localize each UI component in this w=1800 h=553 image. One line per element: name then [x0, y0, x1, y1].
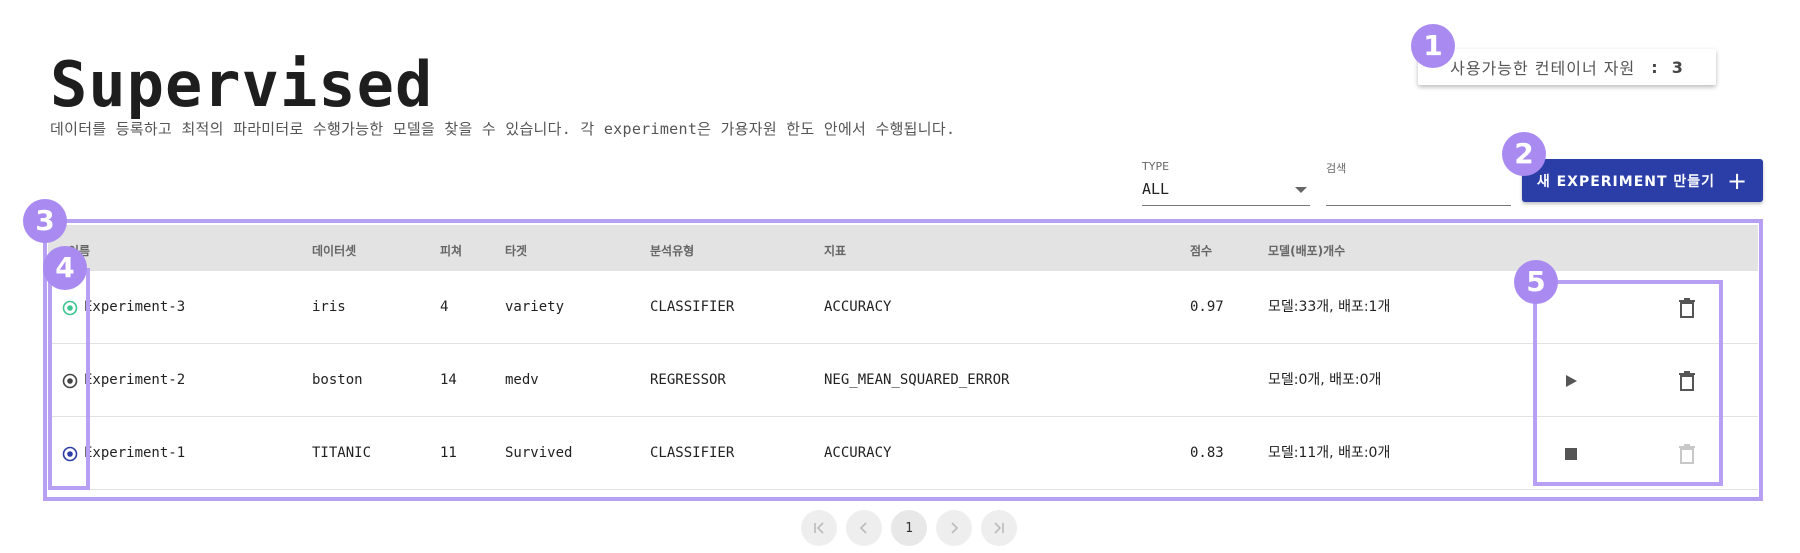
experiment-name[interactable]: Experiment-3 — [84, 271, 185, 344]
dataset-cell: TITANIC — [312, 445, 372, 461]
search-underline — [1326, 205, 1511, 206]
container-resource-chip: 사용가능한 컨테이너 자원 : 3 — [1418, 49, 1716, 85]
col-metric-header[interactable]: 지표 — [824, 242, 846, 259]
analysis-type-cell: CLASSIFIER — [650, 299, 735, 315]
play-icon — [1566, 375, 1577, 387]
trash-icon — [1679, 371, 1695, 391]
analysis-type-cell: REGRESSOR — [650, 372, 726, 388]
type-filter-label: TYPE — [1142, 160, 1170, 173]
prev-page-button[interactable] — [846, 510, 882, 546]
chevron-down-icon[interactable] — [1295, 187, 1307, 193]
delete-button[interactable] — [1674, 295, 1700, 321]
pagination: 1 — [801, 510, 1017, 546]
features-cell: 4 — [440, 299, 449, 315]
last-page-button[interactable] — [981, 510, 1017, 546]
plus-icon: + — [1727, 166, 1749, 195]
play-button[interactable] — [1558, 368, 1584, 394]
type-filter-select[interactable]: ALL — [1142, 180, 1169, 198]
annotation-marker-5: 5 — [1514, 260, 1558, 304]
chevron-left-icon — [859, 522, 867, 534]
table-row[interactable]: Experiment-3 iris 4 variety CLASSIFIER A… — [48, 271, 1758, 344]
score-cell: 0.97 — [1190, 299, 1224, 315]
container-resource-label: 사용가능한 컨테이너 자원 — [1450, 59, 1636, 78]
page-description: 데이터를 등록하고 최적의 파라미터로 수행가능한 모델을 찾을 수 있습니다.… — [50, 120, 956, 138]
first-page-icon — [814, 522, 824, 534]
trash-icon — [1679, 298, 1695, 318]
metric-cell: NEG_MEAN_SQUARED_ERROR — [824, 372, 1010, 388]
page-number[interactable]: 1 — [891, 510, 927, 546]
experiment-name[interactable]: Experiment-2 — [84, 344, 185, 417]
experiment-name[interactable]: Experiment-1 — [84, 417, 185, 490]
col-dataset-header[interactable]: 데이터셋 — [312, 242, 356, 259]
active-status-icon — [62, 446, 78, 462]
col-features-header[interactable]: 피쳐 — [440, 242, 462, 259]
annotation-marker-1: 1 — [1411, 24, 1455, 68]
table-header: 이름 데이터셋 피쳐 타겟 분석유형 지표 점수 모델(배포)개수 — [48, 225, 1758, 271]
table-row[interactable]: Experiment-1 TITANIC 11 Survived CLASSIF… — [48, 417, 1758, 490]
last-page-icon — [994, 522, 1004, 534]
delete-button[interactable] — [1674, 368, 1700, 394]
target-cell: Survived — [505, 445, 573, 461]
dataset-cell: iris — [312, 299, 346, 315]
delete-button-disabled — [1674, 441, 1700, 467]
score-cell: 0.83 — [1190, 445, 1224, 461]
analysis-type-cell: CLASSIFIER — [650, 445, 735, 461]
features-cell: 11 — [440, 445, 457, 461]
annotation-marker-2: 2 — [1502, 132, 1546, 176]
search-input[interactable] — [1326, 172, 1512, 202]
type-filter-underline — [1142, 205, 1310, 206]
page-title: Supervised — [50, 48, 434, 121]
stop-icon — [1565, 448, 1577, 460]
target-cell: medv — [505, 372, 539, 388]
stop-button[interactable] — [1558, 441, 1584, 467]
first-page-button[interactable] — [801, 510, 837, 546]
col-analysis-type-header[interactable]: 분석유형 — [650, 242, 694, 259]
col-score-header[interactable]: 점수 — [1190, 242, 1212, 259]
new-experiment-button[interactable]: 새 EXPERIMENT 만들기 + — [1522, 159, 1763, 202]
trash-icon — [1679, 444, 1695, 464]
idle-status-icon — [62, 373, 78, 389]
container-resource-count: : 3 — [1651, 57, 1684, 77]
chevron-right-icon — [951, 522, 959, 534]
col-model-count-header[interactable]: 모델(배포)개수 — [1268, 242, 1345, 259]
metric-cell: ACCURACY — [824, 299, 892, 315]
annotation-marker-4: 4 — [43, 246, 87, 290]
running-status-icon — [62, 300, 78, 316]
next-page-button[interactable] — [936, 510, 972, 546]
table-row[interactable]: Experiment-2 boston 14 medv REGRESSOR NE… — [48, 344, 1758, 417]
model-count-cell: 모델:11개, 배포:0개 — [1268, 445, 1391, 461]
metric-cell: ACCURACY — [824, 445, 892, 461]
model-count-cell: 모델:33개, 배포:1개 — [1268, 299, 1391, 315]
col-target-header[interactable]: 타겟 — [505, 242, 527, 259]
features-cell: 14 — [440, 372, 457, 388]
new-experiment-label: 새 EXPERIMENT 만들기 — [1536, 173, 1716, 190]
model-count-cell: 모델:0개, 배포:0개 — [1268, 372, 1382, 388]
dataset-cell: boston — [312, 372, 363, 388]
target-cell: variety — [505, 299, 565, 315]
annotation-marker-3: 3 — [23, 199, 67, 243]
